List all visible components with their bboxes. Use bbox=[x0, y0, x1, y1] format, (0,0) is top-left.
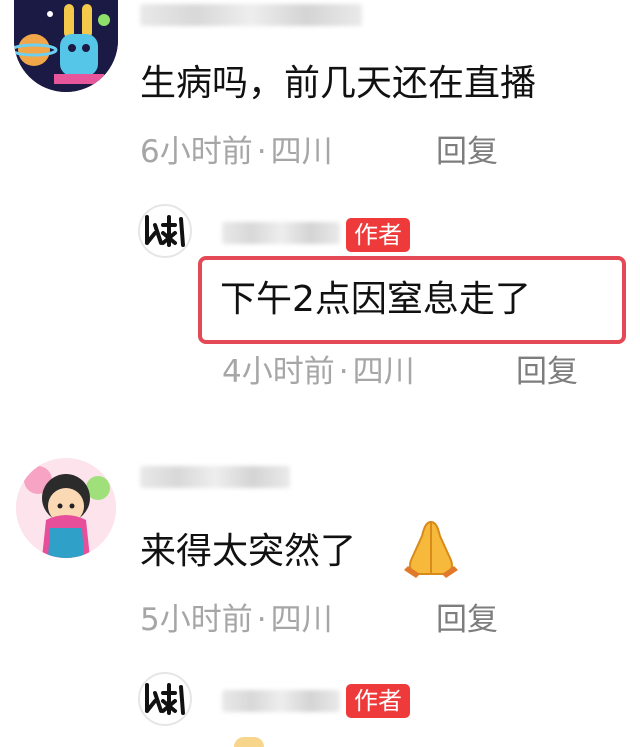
commenter-name-blurred-2[interactable] bbox=[140, 466, 290, 488]
reply-button-1[interactable]: 回复 bbox=[436, 132, 498, 172]
partial-emoji-icon bbox=[234, 737, 264, 747]
avatar-1-art bbox=[14, 0, 118, 92]
author-avatar-1[interactable] bbox=[138, 204, 192, 258]
author-reply-button-1[interactable]: 回复 bbox=[516, 352, 578, 392]
comment-time-2: 5小时前 bbox=[140, 602, 253, 638]
comment-text-2: 来得太突然了 bbox=[140, 531, 357, 572]
author-reply-text-1: 下午2点因窒息走了 bbox=[220, 279, 531, 320]
author-badge-2: 作者 bbox=[346, 684, 410, 718]
commenter-avatar-2[interactable] bbox=[16, 458, 116, 558]
meta-separator: · bbox=[338, 354, 349, 390]
avatar-2-art bbox=[16, 458, 116, 558]
author-name-blurred-2[interactable] bbox=[222, 690, 340, 712]
author-badge-1: 作者 bbox=[346, 218, 410, 252]
commenter-name-blurred-1[interactable] bbox=[140, 4, 362, 26]
reply-button-2[interactable]: 回复 bbox=[436, 600, 498, 640]
meta-separator: · bbox=[256, 134, 267, 170]
folded-hands-icon bbox=[404, 520, 458, 578]
meta-separator: · bbox=[256, 602, 267, 638]
comment-meta-1: 6小时前 · 四川 bbox=[140, 132, 333, 172]
comment-time-1: 6小时前 bbox=[140, 134, 253, 170]
comment-location-1: 四川 bbox=[270, 134, 333, 170]
glyph-logo-icon bbox=[145, 683, 185, 715]
comment-location-2: 四川 bbox=[270, 602, 333, 638]
author-reply-time-1: 4小时前 bbox=[222, 354, 335, 390]
author-reply-meta-1: 4小时前 · 四川 bbox=[222, 352, 415, 392]
comment-meta-2: 5小时前 · 四川 bbox=[140, 600, 333, 640]
commenter-avatar-1[interactable] bbox=[14, 0, 118, 92]
glyph-logo-icon bbox=[145, 215, 185, 247]
author-avatar-2[interactable] bbox=[138, 672, 192, 726]
comment-text-1: 生病吗，前几天还在直播 bbox=[140, 63, 537, 104]
author-name-blurred-1[interactable] bbox=[222, 222, 340, 244]
author-reply-location-1: 四川 bbox=[352, 354, 415, 390]
